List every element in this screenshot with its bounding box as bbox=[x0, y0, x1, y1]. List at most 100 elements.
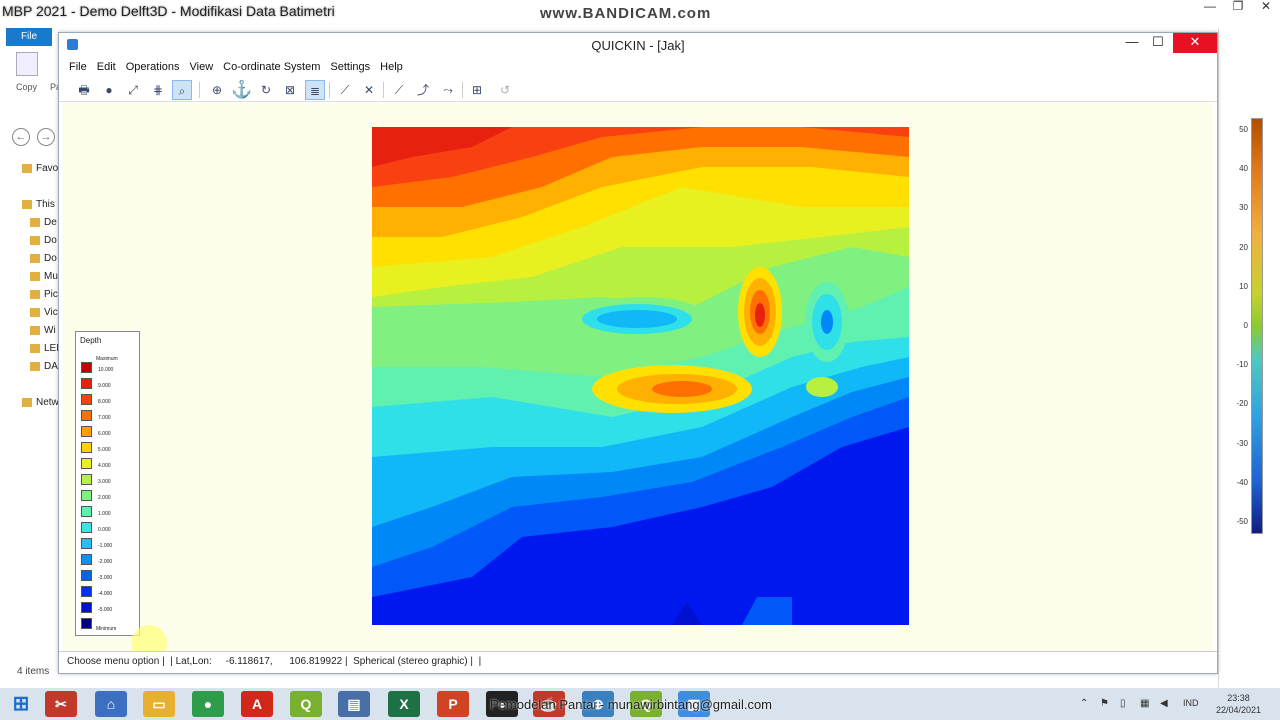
tray-security-icon[interactable]: ⚑ bbox=[1100, 698, 1109, 709]
legend-entry: -5.000 bbox=[81, 602, 141, 613]
legend-swatch bbox=[81, 442, 92, 453]
edit-polyline-icon[interactable]: ⤳ bbox=[438, 80, 458, 100]
chrome-app[interactable]: ● bbox=[192, 691, 224, 717]
qgis-app[interactable]: Q bbox=[290, 691, 322, 717]
polyline-icon[interactable]: ⟋ bbox=[389, 80, 409, 100]
delete-line-icon[interactable]: ✕ bbox=[359, 80, 379, 100]
anchor-icon[interactable]: ⚓ bbox=[231, 80, 252, 100]
legend-swatch bbox=[81, 586, 92, 597]
tree-item-label: Netw bbox=[36, 397, 59, 408]
globe-icon[interactable]: ● bbox=[99, 80, 119, 100]
outer-maximize-button[interactable]: ❐ bbox=[1224, 0, 1252, 14]
tree-item[interactable]: Wi bbox=[30, 325, 56, 336]
colorbar-tick: 0 bbox=[1243, 321, 1248, 330]
legend-label: -4.000 bbox=[98, 591, 113, 597]
menu-edit[interactable]: Edit bbox=[97, 57, 116, 77]
depth-legend: Depth Maximum 10.000 9.000 8.000 7.000 6.000… bbox=[75, 331, 140, 636]
outer-close-button[interactable]: ✕ bbox=[1252, 0, 1280, 14]
tree-item[interactable]: Do bbox=[30, 253, 57, 264]
menu-view[interactable]: View bbox=[190, 57, 214, 77]
tree-item[interactable]: This bbox=[22, 199, 55, 210]
tree-item[interactable]: Netw bbox=[22, 397, 59, 408]
print-icon[interactable]: 🖶 bbox=[74, 80, 94, 100]
quickin-close-button[interactable]: ✕ bbox=[1173, 33, 1217, 53]
zoom-extent-icon[interactable]: ⤢ bbox=[123, 80, 143, 100]
computer-icon bbox=[22, 199, 32, 209]
outer-minimize-button[interactable]: — bbox=[1196, 0, 1224, 14]
menu-operations[interactable]: Operations bbox=[126, 57, 180, 77]
undo-icon[interactable]: ↺ bbox=[495, 80, 515, 100]
menu-help[interactable]: Help bbox=[380, 57, 403, 77]
status-text: Choose menu option | | Lat,Lon: -6.11861… bbox=[67, 656, 482, 667]
explorer-file-tab[interactable]: File bbox=[6, 28, 52, 46]
tree-item-label: Vic bbox=[44, 307, 58, 318]
grid-icon[interactable]: ⋕ bbox=[148, 80, 168, 100]
back-button[interactable]: ← bbox=[12, 128, 30, 146]
legend-entry: -4.000 bbox=[81, 586, 141, 597]
menu-settings[interactable]: Settings bbox=[330, 57, 370, 77]
select-icon[interactable]: ⊠ bbox=[280, 80, 300, 100]
legend-label: 2.000 bbox=[98, 495, 111, 501]
copy-button[interactable]: Copy bbox=[16, 82, 37, 92]
tree-item-label: De bbox=[44, 217, 57, 228]
colorbar-tick: 30 bbox=[1239, 203, 1248, 213]
legend-label: -1.000 bbox=[98, 543, 113, 549]
excel-app[interactable]: X bbox=[388, 691, 420, 717]
tree-item[interactable]: DA bbox=[30, 361, 58, 372]
start-button[interactable]: ⊞ bbox=[8, 691, 34, 717]
explorer-app[interactable]: ▭ bbox=[143, 691, 175, 717]
tray-language[interactable]: IND bbox=[1183, 698, 1199, 708]
map-canvas[interactable]: Depth Maximum 10.000 9.000 8.000 7.000 6.000… bbox=[63, 103, 1213, 661]
legend-min-label: Minimum bbox=[96, 626, 117, 632]
legend-label: 1.000 bbox=[98, 511, 111, 517]
powerpoint-app[interactable]: P bbox=[437, 691, 469, 717]
zoom-icon[interactable]: ⌕ bbox=[172, 80, 192, 100]
crosshair-icon[interactable]: ⊞ bbox=[467, 80, 487, 100]
quickin-title: QUICKIN - [Jak] bbox=[591, 38, 685, 53]
list-icon[interactable]: ≣ bbox=[305, 80, 325, 100]
tree-item-label: LEI bbox=[44, 343, 60, 354]
legend-entry: 4.000 bbox=[81, 458, 141, 469]
colorbar-tick: -50 bbox=[1236, 517, 1248, 526]
tree-item-label: Pic bbox=[44, 289, 58, 300]
colorbar-tick: 40 bbox=[1239, 164, 1248, 174]
legend-label: 9.000 bbox=[98, 383, 111, 389]
tree-item[interactable]: Mu bbox=[30, 271, 58, 282]
tree-item[interactable]: Favo bbox=[22, 163, 58, 174]
tray-network-icon[interactable]: ▦ bbox=[1140, 698, 1149, 709]
colorbar-tick: -10 bbox=[1236, 360, 1248, 370]
tray-clock[interactable]: 23:38 22/04/2021 bbox=[1216, 692, 1261, 716]
toolbar-separator bbox=[199, 82, 200, 98]
legend-entry: 10.000 bbox=[81, 362, 141, 373]
quickin-maximize-button[interactable]: ☐ bbox=[1145, 33, 1171, 53]
quickin-minimize-button[interactable]: — bbox=[1119, 33, 1145, 53]
tree-item[interactable]: LEI bbox=[30, 343, 59, 354]
drive-icon bbox=[30, 361, 40, 371]
add-point-icon[interactable]: ⊕ bbox=[207, 80, 227, 100]
legend-swatch bbox=[81, 506, 92, 517]
spline-icon[interactable]: ⤴ bbox=[413, 80, 433, 100]
menu-coordinate-system[interactable]: Co-ordinate System bbox=[223, 57, 320, 77]
refresh-icon[interactable]: ↻ bbox=[256, 80, 276, 100]
tray-battery-icon[interactable]: ▯ bbox=[1120, 698, 1126, 709]
explorer-sidebar bbox=[0, 28, 60, 688]
colorbar-tick: -20 bbox=[1236, 399, 1248, 409]
tree-item[interactable]: Do bbox=[30, 235, 57, 246]
tree-item[interactable]: Pic bbox=[30, 289, 58, 300]
menu-file[interactable]: File bbox=[69, 57, 87, 77]
quickin-window: QUICKIN - [Jak] — ☐ ✕ File Edit Operatio… bbox=[58, 32, 1218, 674]
draw-line-icon[interactable]: ⟋ bbox=[335, 80, 355, 100]
bandicam-watermark: www.BANDICAM.com bbox=[540, 5, 712, 22]
acrobat-app[interactable]: A bbox=[241, 691, 273, 717]
legend-swatch bbox=[81, 602, 92, 613]
tree-item[interactable]: De bbox=[30, 217, 57, 228]
forward-button[interactable]: → bbox=[37, 128, 55, 146]
tray-volume-icon[interactable]: ◀ bbox=[1160, 698, 1168, 709]
tree-item[interactable]: Vic bbox=[30, 307, 58, 318]
delft-app[interactable]: ▤ bbox=[338, 691, 370, 717]
snipping-app[interactable]: ✂ bbox=[45, 691, 77, 717]
home-app[interactable]: ⌂ bbox=[95, 691, 127, 717]
clock-date: 22/04/2021 bbox=[1216, 705, 1262, 715]
toolbar-separator bbox=[383, 82, 384, 98]
tray-chevron-icon[interactable]: ⌃ bbox=[1080, 698, 1088, 709]
